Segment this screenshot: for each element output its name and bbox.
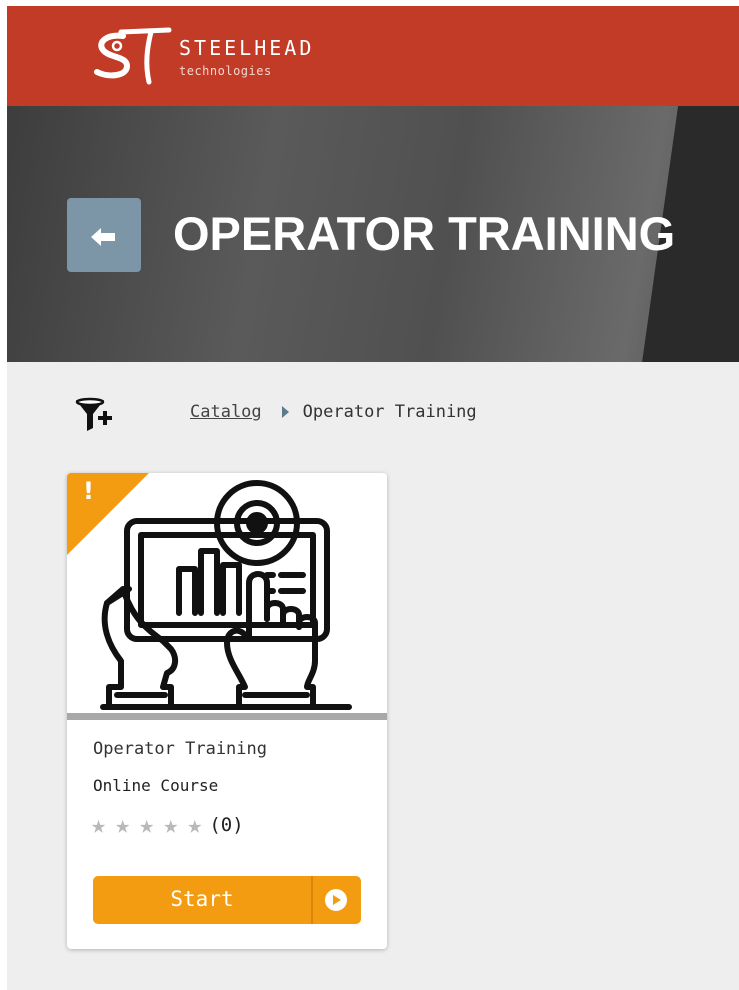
start-button-label: Start bbox=[170, 887, 234, 911]
rating-count: (0) bbox=[209, 814, 244, 836]
star-icon[interactable]: ★ bbox=[139, 811, 154, 839]
play-circle-icon[interactable] bbox=[325, 889, 347, 911]
top-header: STEELHEAD technologies bbox=[7, 6, 739, 106]
arrow-return-left-icon bbox=[91, 228, 115, 246]
course-title: Operator Training bbox=[93, 739, 267, 759]
warning-badge: ! bbox=[67, 473, 149, 555]
star-icon[interactable]: ★ bbox=[91, 811, 106, 839]
star-icon[interactable]: ★ bbox=[187, 811, 202, 839]
hero-banner: OPERATOR TRAINING bbox=[7, 106, 739, 362]
breadcrumb-current: Operator Training bbox=[302, 402, 477, 422]
start-button[interactable]: Start bbox=[93, 876, 361, 924]
rating: ★ ★ ★ ★ ★ (0) bbox=[91, 811, 244, 839]
star-icon[interactable]: ★ bbox=[115, 811, 130, 839]
page-title: OPERATOR TRAINING bbox=[173, 207, 676, 260]
course-type: Online Course bbox=[93, 776, 219, 795]
course-card[interactable]: ! Operator Training Online Course ★ ★ ★ … bbox=[67, 473, 387, 949]
star-icon[interactable]: ★ bbox=[163, 811, 178, 839]
breadcrumb-separator-icon bbox=[281, 406, 289, 418]
filter-add-icon bbox=[75, 397, 112, 431]
thumbnail-progress-bar bbox=[67, 713, 387, 720]
exclamation-icon: ! bbox=[83, 477, 94, 505]
filter-add-button[interactable] bbox=[74, 396, 114, 440]
brand-name: STEELHEAD bbox=[179, 36, 315, 60]
page: STEELHEAD technologies OPERATOR TRAINING… bbox=[7, 6, 739, 990]
brand-tagline: technologies bbox=[179, 64, 272, 78]
back-button[interactable] bbox=[67, 198, 141, 272]
steelhead-logo[interactable]: STEELHEAD technologies bbox=[93, 24, 363, 88]
breadcrumb: Catalog Operator Training bbox=[190, 400, 477, 424]
steelhead-logo-mark-icon bbox=[94, 27, 172, 85]
course-thumbnail: ! bbox=[67, 473, 387, 713]
start-button-divider bbox=[311, 876, 313, 924]
breadcrumb-catalog-link[interactable]: Catalog bbox=[190, 402, 262, 422]
